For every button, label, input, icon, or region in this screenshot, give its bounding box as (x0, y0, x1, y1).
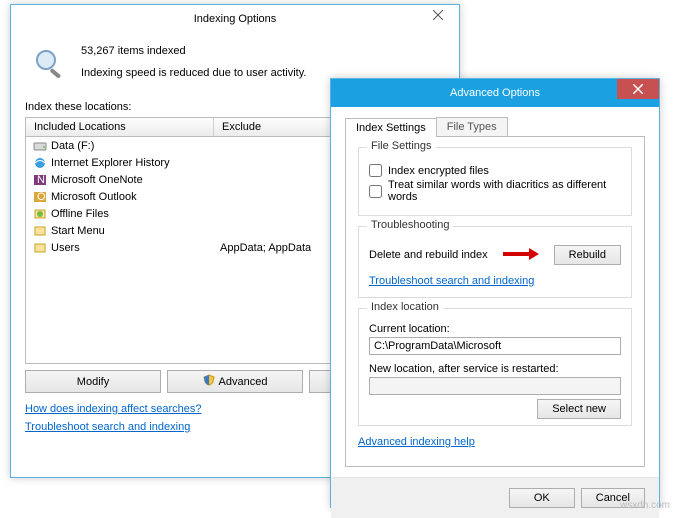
advanced-options-window: Advanced Options Index Settings File Typ… (330, 78, 660, 508)
tab-panel: File Settings Index encrypted files Trea… (345, 137, 645, 467)
col-included[interactable]: Included Locations (26, 118, 214, 136)
startmenu-icon (32, 223, 48, 239)
modify-button[interactable]: Modify (25, 370, 161, 393)
diacritics-checkbox[interactable]: Treat similar words with diacritics as d… (369, 179, 621, 203)
rebuild-button[interactable]: Rebuild (554, 245, 621, 265)
rebuild-row: Delete and rebuild index Rebuild (369, 245, 621, 265)
advanced-title: Advanced Options (450, 87, 540, 99)
new-location-label: New location, after service is restarted… (369, 363, 621, 375)
tab-file-types[interactable]: File Types (436, 117, 508, 136)
svg-text:O: O (37, 191, 46, 203)
current-location-field (369, 337, 621, 355)
advanced-titlebar: Advanced Options (331, 79, 659, 107)
troubleshoot-search-link[interactable]: Troubleshoot search and indexing (369, 275, 534, 287)
troubleshooting-legend: Troubleshooting (367, 219, 453, 231)
index-encrypted-checkbox[interactable]: Index encrypted files (369, 164, 621, 177)
items-indexed-text: 53,267 items indexed (81, 45, 306, 57)
offline-icon (32, 206, 48, 222)
drive-icon (32, 138, 48, 154)
close-icon[interactable] (617, 79, 659, 99)
how-indexing-link[interactable]: How does indexing affect searches? (25, 403, 202, 415)
indexing-speed-note: Indexing speed is reduced due to user ac… (81, 67, 306, 79)
index-location-group: Index location Current location: New loc… (358, 308, 632, 426)
advanced-button[interactable]: Advanced (167, 370, 303, 393)
indexing-titlebar: Indexing Options (11, 5, 459, 33)
users-icon (32, 240, 48, 256)
advanced-indexing-help-link[interactable]: Advanced indexing help (358, 436, 475, 448)
troubleshoot-link[interactable]: Troubleshoot search and indexing (25, 421, 190, 433)
file-settings-legend: File Settings (367, 140, 436, 152)
indexing-title: Indexing Options (194, 13, 277, 25)
dialog-button-row: OK Cancel (331, 477, 659, 518)
close-icon[interactable] (417, 5, 459, 25)
new-location-field (369, 377, 621, 395)
delete-rebuild-label: Delete and rebuild index (369, 249, 488, 261)
tabs: Index Settings File Types (345, 117, 645, 137)
file-settings-group: File Settings Index encrypted files Trea… (358, 147, 632, 216)
troubleshooting-group: Troubleshooting Delete and rebuild index… (358, 226, 632, 298)
search-magnifier-icon (31, 45, 67, 81)
index-location-legend: Index location (367, 301, 443, 313)
tab-index-settings[interactable]: Index Settings (345, 118, 437, 137)
shield-icon (203, 374, 215, 389)
outlook-icon: O (32, 189, 48, 205)
current-location-label: Current location: (369, 323, 621, 335)
watermark: wsxdn.com (620, 500, 670, 511)
ok-button[interactable]: OK (509, 488, 575, 508)
onenote-icon: N (32, 172, 48, 188)
arrow-right-icon (503, 247, 539, 264)
advanced-body: Index Settings File Types File Settings … (331, 107, 659, 477)
select-new-button[interactable]: Select new (537, 399, 621, 419)
svg-text:N: N (37, 174, 45, 186)
ie-icon (32, 155, 48, 171)
